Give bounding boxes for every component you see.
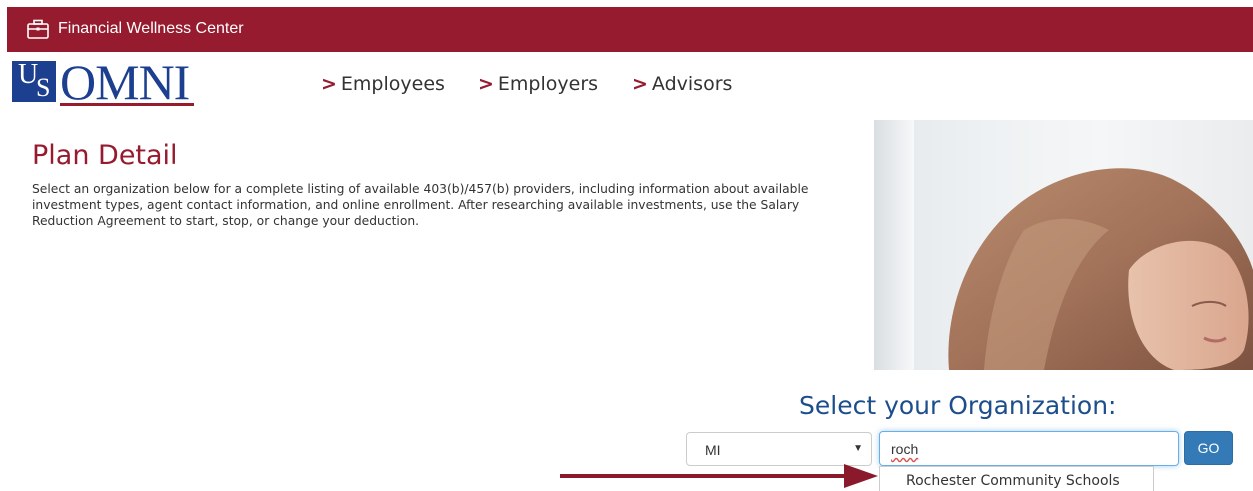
nav-employers[interactable]: > Employers — [478, 73, 598, 95]
site-title[interactable]: Financial Wellness Center — [58, 20, 244, 38]
annotation-arrow-icon — [560, 464, 878, 488]
nav-label: Advisors — [651, 73, 733, 95]
logo-us-mark: U S — [12, 59, 56, 102]
nav-chevron-icon: > — [478, 73, 494, 95]
nav-label: Employees — [340, 73, 445, 95]
woman-portrait-image — [948, 168, 1253, 370]
autocomplete-suggestion[interactable]: Rochester Community Schools — [906, 473, 1120, 489]
top-bar: Financial Wellness Center — [7, 7, 1253, 52]
nav-label: Employers — [497, 73, 599, 95]
briefcase-icon — [27, 19, 49, 39]
logo-underline — [60, 103, 194, 106]
state-select-value: MI — [705, 442, 721, 458]
select-organization-heading: Select your Organization: — [799, 391, 1117, 420]
nav-chevron-icon: > — [321, 73, 337, 95]
page-title: Plan Detail — [32, 140, 178, 171]
organization-search-input[interactable]: roch — [879, 431, 1179, 466]
go-button[interactable]: GO — [1184, 431, 1233, 465]
dropdown-caret-icon: ▼ — [853, 443, 863, 454]
nav-advisors[interactable]: > Advisors — [632, 73, 732, 95]
state-select[interactable]: MI ▼ — [686, 432, 872, 466]
autocomplete-dropdown: Rochester Community Schools — [879, 466, 1154, 491]
plan-description: Select an organization below for a compl… — [32, 182, 809, 228]
nav-chevron-icon: > — [632, 73, 648, 95]
nav-employees[interactable]: > Employees — [321, 73, 445, 95]
usomni-logo[interactable]: U S OMNI — [12, 54, 196, 110]
hero-image — [874, 120, 1253, 370]
organization-search-value: roch — [891, 441, 919, 457]
